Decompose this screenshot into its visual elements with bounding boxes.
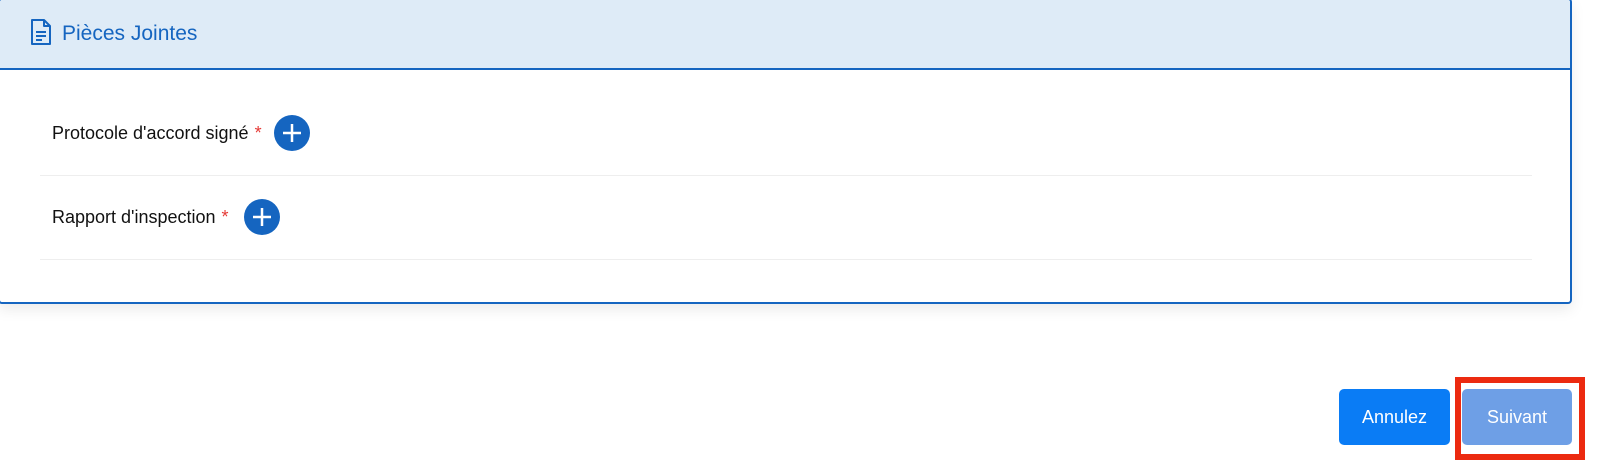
attachment-label: Rapport d'inspection * — [52, 204, 229, 230]
page: Pièces Jointes Protocole d'accord signé *… — [0, 0, 1600, 468]
attachment-label-text: Protocole d'accord signé — [52, 123, 249, 143]
attachment-row: Protocole d'accord signé * — [40, 92, 1532, 176]
row-divider — [40, 259, 1532, 260]
cancel-button[interactable]: Annulez — [1339, 389, 1450, 445]
panel-header: Pièces Jointes — [0, 0, 1570, 70]
add-inspection-report-button[interactable] — [244, 199, 280, 235]
required-marker: * — [221, 207, 229, 227]
plus-icon — [283, 124, 301, 142]
panel-title: Pièces Jointes — [62, 22, 198, 45]
next-button-highlight — [1455, 377, 1585, 460]
attachments-panel: Pièces Jointes Protocole d'accord signé *… — [0, 0, 1572, 304]
add-protocol-button[interactable] — [274, 115, 310, 151]
plus-icon — [253, 208, 271, 226]
required-marker: * — [254, 123, 262, 143]
attachment-label-text: Rapport d'inspection — [52, 207, 216, 227]
attachment-label: Protocole d'accord signé * — [52, 120, 262, 146]
document-icon — [29, 18, 53, 46]
attachment-row: Rapport d'inspection * — [40, 176, 1532, 260]
